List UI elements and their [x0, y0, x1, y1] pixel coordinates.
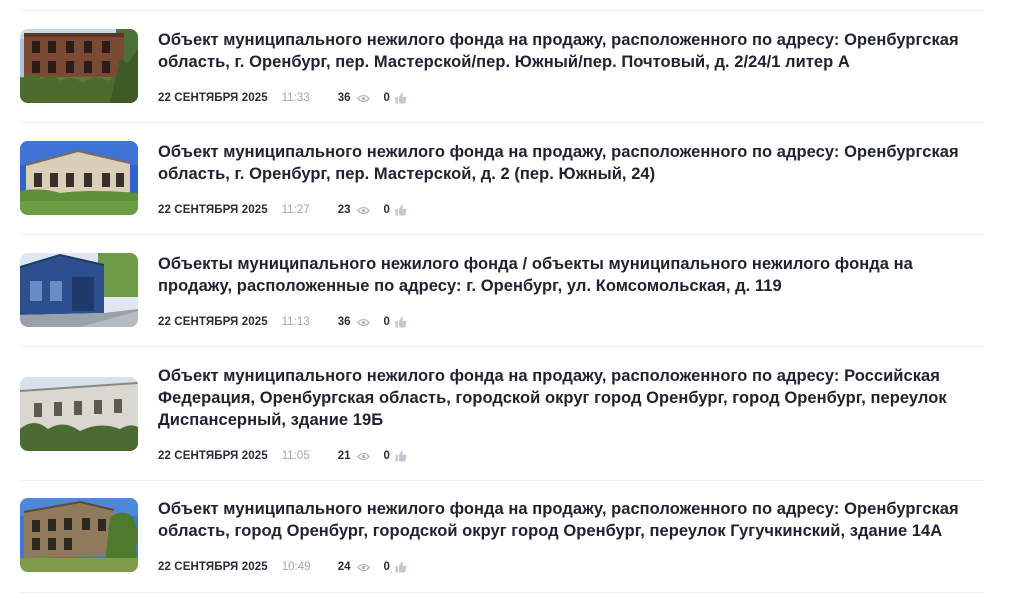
thumbs-up-icon[interactable]: [395, 316, 407, 328]
news-date: 22 СЕНТЯБРЯ 2025: [158, 450, 268, 462]
news-item[interactable]: Объекты муниципального нежилого фонда / …: [20, 253, 984, 337]
eye-icon: [356, 452, 370, 461]
eye-icon: [356, 206, 370, 215]
divider: [20, 122, 984, 123]
news-title[interactable]: Объект муниципального нежилого фонда на …: [158, 498, 984, 542]
view-count: 24: [337, 561, 351, 573]
news-title[interactable]: Объекты муниципального нежилого фонда / …: [158, 253, 984, 297]
news-item[interactable]: Объект муниципального нежилого фонда на …: [20, 365, 984, 471]
view-count: 36: [337, 92, 351, 104]
like-count: 0: [383, 204, 390, 216]
eye-icon: [356, 318, 370, 327]
news-thumbnail[interactable]: [20, 141, 138, 215]
news-title[interactable]: Объект муниципального нежилого фонда на …: [158, 29, 984, 73]
news-meta: 22 СЕНТЯБРЯ 2025 11:13 36 0: [158, 314, 407, 330]
news-time: 11:27: [281, 204, 310, 216]
divider: [20, 480, 984, 481]
eye-icon: [356, 563, 370, 572]
news-item[interactable]: Объект муниципального нежилого фонда на …: [20, 29, 984, 113]
view-count: 21: [337, 450, 351, 462]
news-feed: Объект муниципального нежилого фонда на …: [0, 0, 1024, 594]
news-thumbnail[interactable]: [20, 498, 138, 572]
news-time: 11:05: [281, 450, 310, 462]
news-meta: 22 СЕНТЯБРЯ 2025 11:05 21 0: [158, 448, 407, 464]
news-title[interactable]: Объект муниципального нежилого фонда на …: [158, 141, 984, 185]
news-time: 10:49: [281, 561, 311, 573]
like-count: 0: [383, 92, 390, 104]
like-count: 0: [383, 561, 390, 573]
news-date: 22 СЕНТЯБРЯ 2025: [158, 204, 268, 216]
news-meta: 22 СЕНТЯБРЯ 2025 10:49 24 0: [158, 559, 407, 575]
news-time: 11:33: [281, 92, 310, 104]
divider: [20, 592, 984, 593]
news-item[interactable]: Объект муниципального нежилого фонда на …: [20, 498, 984, 582]
like-count: 0: [383, 450, 390, 462]
like-count: 0: [383, 316, 390, 328]
news-meta: 22 СЕНТЯБРЯ 2025 11:27 23 0: [158, 202, 407, 218]
news-title[interactable]: Объект муниципального нежилого фонда на …: [158, 365, 984, 431]
thumbs-up-icon[interactable]: [395, 450, 407, 462]
divider: [20, 234, 984, 235]
news-date: 22 СЕНТЯБРЯ 2025: [158, 316, 268, 328]
news-date: 22 СЕНТЯБРЯ 2025: [158, 561, 268, 573]
news-thumbnail[interactable]: [20, 377, 138, 451]
news-item[interactable]: Объект муниципального нежилого фонда на …: [20, 141, 984, 225]
view-count: 36: [337, 316, 351, 328]
news-thumbnail[interactable]: [20, 29, 138, 103]
thumbs-up-icon[interactable]: [395, 561, 407, 573]
eye-icon: [356, 94, 370, 103]
thumbs-up-icon[interactable]: [395, 92, 407, 104]
news-time: 11:13: [281, 316, 310, 328]
divider: [20, 346, 984, 347]
news-thumbnail[interactable]: [20, 253, 138, 327]
thumbs-up-icon[interactable]: [395, 204, 407, 216]
view-count: 23: [337, 204, 351, 216]
news-date: 22 СЕНТЯБРЯ 2025: [158, 92, 268, 104]
news-meta: 22 СЕНТЯБРЯ 2025 11:33 36 0: [158, 90, 407, 106]
divider: [20, 10, 984, 11]
